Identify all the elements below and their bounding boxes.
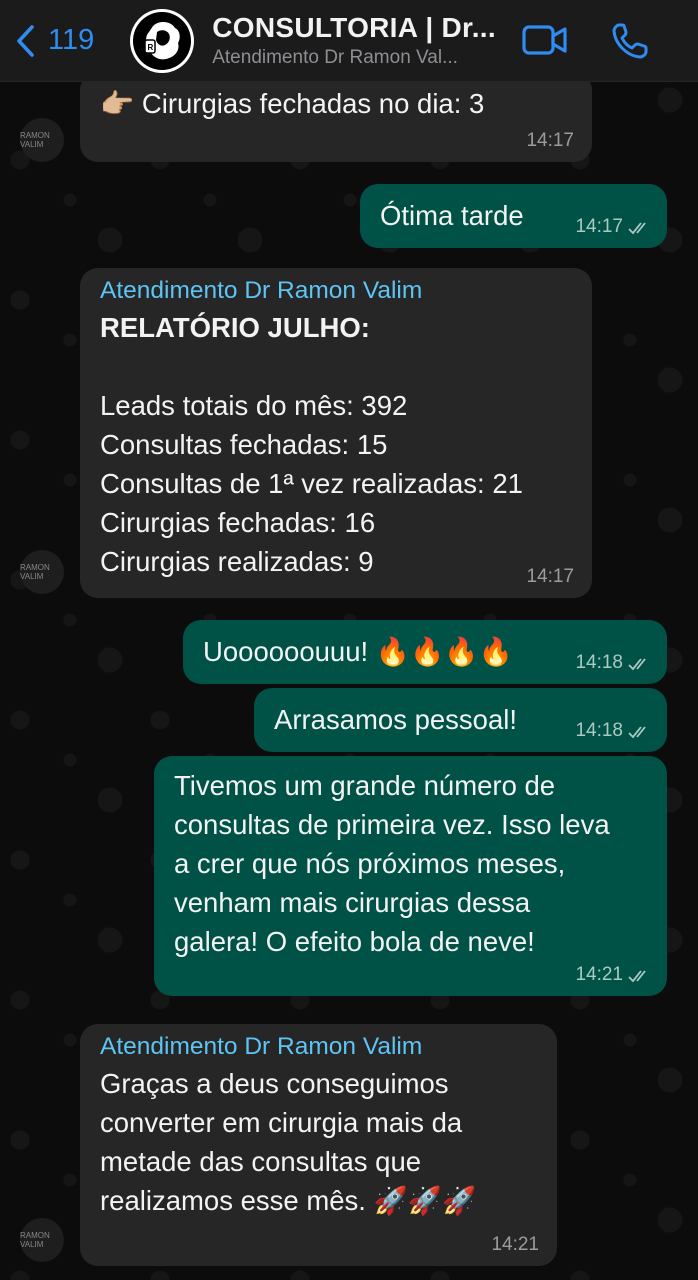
- message-bubble-outgoing[interactable]: Uoooooouuu! 🔥🔥🔥🔥 14:18: [183, 620, 667, 684]
- read-receipt-icon: [628, 658, 646, 671]
- sender-name: Atendimento Dr Ramon Valim: [100, 1033, 423, 1060]
- message-line: galera! O efeito bola de neve!: [174, 926, 535, 957]
- sender-avatar[interactable]: RAMON VALIM: [20, 1218, 64, 1262]
- phone-call-icon[interactable]: [610, 20, 652, 62]
- read-receipt-icon: [628, 726, 646, 739]
- sender-name: Atendimento Dr Ramon Valim: [100, 277, 423, 304]
- message-line: realizamos esse mês. 🚀🚀🚀: [100, 1185, 477, 1216]
- video-call-icon[interactable]: [520, 20, 570, 60]
- report-line: Consultas fechadas: 15: [100, 429, 388, 460]
- report-line: Consultas de 1ª vez realizadas: 21: [100, 468, 523, 499]
- message-line: Graças a deus conseguimos: [100, 1068, 449, 1099]
- unread-count: 119: [48, 24, 95, 56]
- chat-title-block[interactable]: CONSULTORIA | Dr... Atendimento Dr Ramon…: [212, 12, 502, 69]
- message-text: 👉🏼 Cirurgias fechadas no dia: 3: [100, 88, 485, 119]
- sender-avatar-label: RAMON VALIM: [20, 1231, 50, 1249]
- message-line: converter em cirurgia mais da: [100, 1107, 463, 1138]
- message-line: a crer que nós próximos meses,: [174, 848, 566, 879]
- report-line: Cirurgias realizadas: 9: [100, 546, 374, 577]
- message-time: 14:21: [575, 964, 623, 985]
- message-line: Tivemos um grande número de: [174, 770, 556, 801]
- message-time: 14:17: [526, 566, 574, 587]
- message-time: 14:18: [575, 720, 623, 741]
- sender-avatar-label: RAMON VALIM: [20, 563, 50, 581]
- svg-text:R: R: [148, 43, 154, 52]
- message-line: venham mais cirurgias dessa: [174, 887, 531, 918]
- lion-logo-icon: R: [144, 21, 180, 59]
- message-bubble-outgoing[interactable]: Arrasamos pessoal! 14:18: [254, 688, 667, 752]
- group-avatar[interactable]: R: [130, 8, 195, 73]
- message-time: 14:17: [526, 130, 574, 151]
- chevron-left-icon: [17, 24, 34, 57]
- message-time: 14:17: [575, 216, 623, 237]
- chat-subtitle: Atendimento Dr Ramon Val...: [212, 47, 458, 68]
- report-line: Leads totais do mês: 392: [100, 390, 408, 421]
- message-bubble-outgoing[interactable]: Ótima tarde 14:17: [360, 184, 667, 248]
- message-line: metade das consultas que: [100, 1146, 422, 1177]
- message-time: 14:18: [575, 652, 623, 673]
- message-bubble-outgoing[interactable]: Tivemos um grande número de consultas de…: [154, 756, 667, 996]
- report-line: Cirurgias fechadas: 16: [100, 507, 376, 538]
- sender-avatar-label: RAMON VALIM: [20, 131, 50, 149]
- message-list[interactable]: 👉🏼 Cirurgias fechadas no dia: 3 14:17 RA…: [0, 72, 698, 1280]
- chat-title: CONSULTORIA | Dr...: [212, 12, 496, 43]
- read-receipt-icon: [628, 222, 646, 235]
- message-bubble-incoming[interactable]: 👉🏼 Cirurgias fechadas no dia: 3 14:17: [80, 72, 592, 162]
- report-heading: RELATÓRIO JULHO:: [100, 312, 370, 343]
- sender-avatar[interactable]: RAMON VALIM: [20, 118, 64, 162]
- back-button[interactable]: 119: [14, 11, 94, 71]
- message-bubble-incoming[interactable]: Atendimento Dr Ramon Valim Graças a deus…: [80, 1024, 557, 1266]
- read-receipt-icon: [628, 970, 646, 983]
- sender-avatar[interactable]: RAMON VALIM: [20, 550, 64, 594]
- message-bubble-incoming[interactable]: Atendimento Dr Ramon Valim RELATÓRIO JUL…: [80, 268, 592, 598]
- message-line: consultas de primeira vez. Isso leva: [174, 809, 610, 840]
- message-time: 14:21: [491, 1234, 539, 1255]
- chat-header: 119 R CONSULTORIA | Dr... Atendimento Dr…: [0, 0, 698, 82]
